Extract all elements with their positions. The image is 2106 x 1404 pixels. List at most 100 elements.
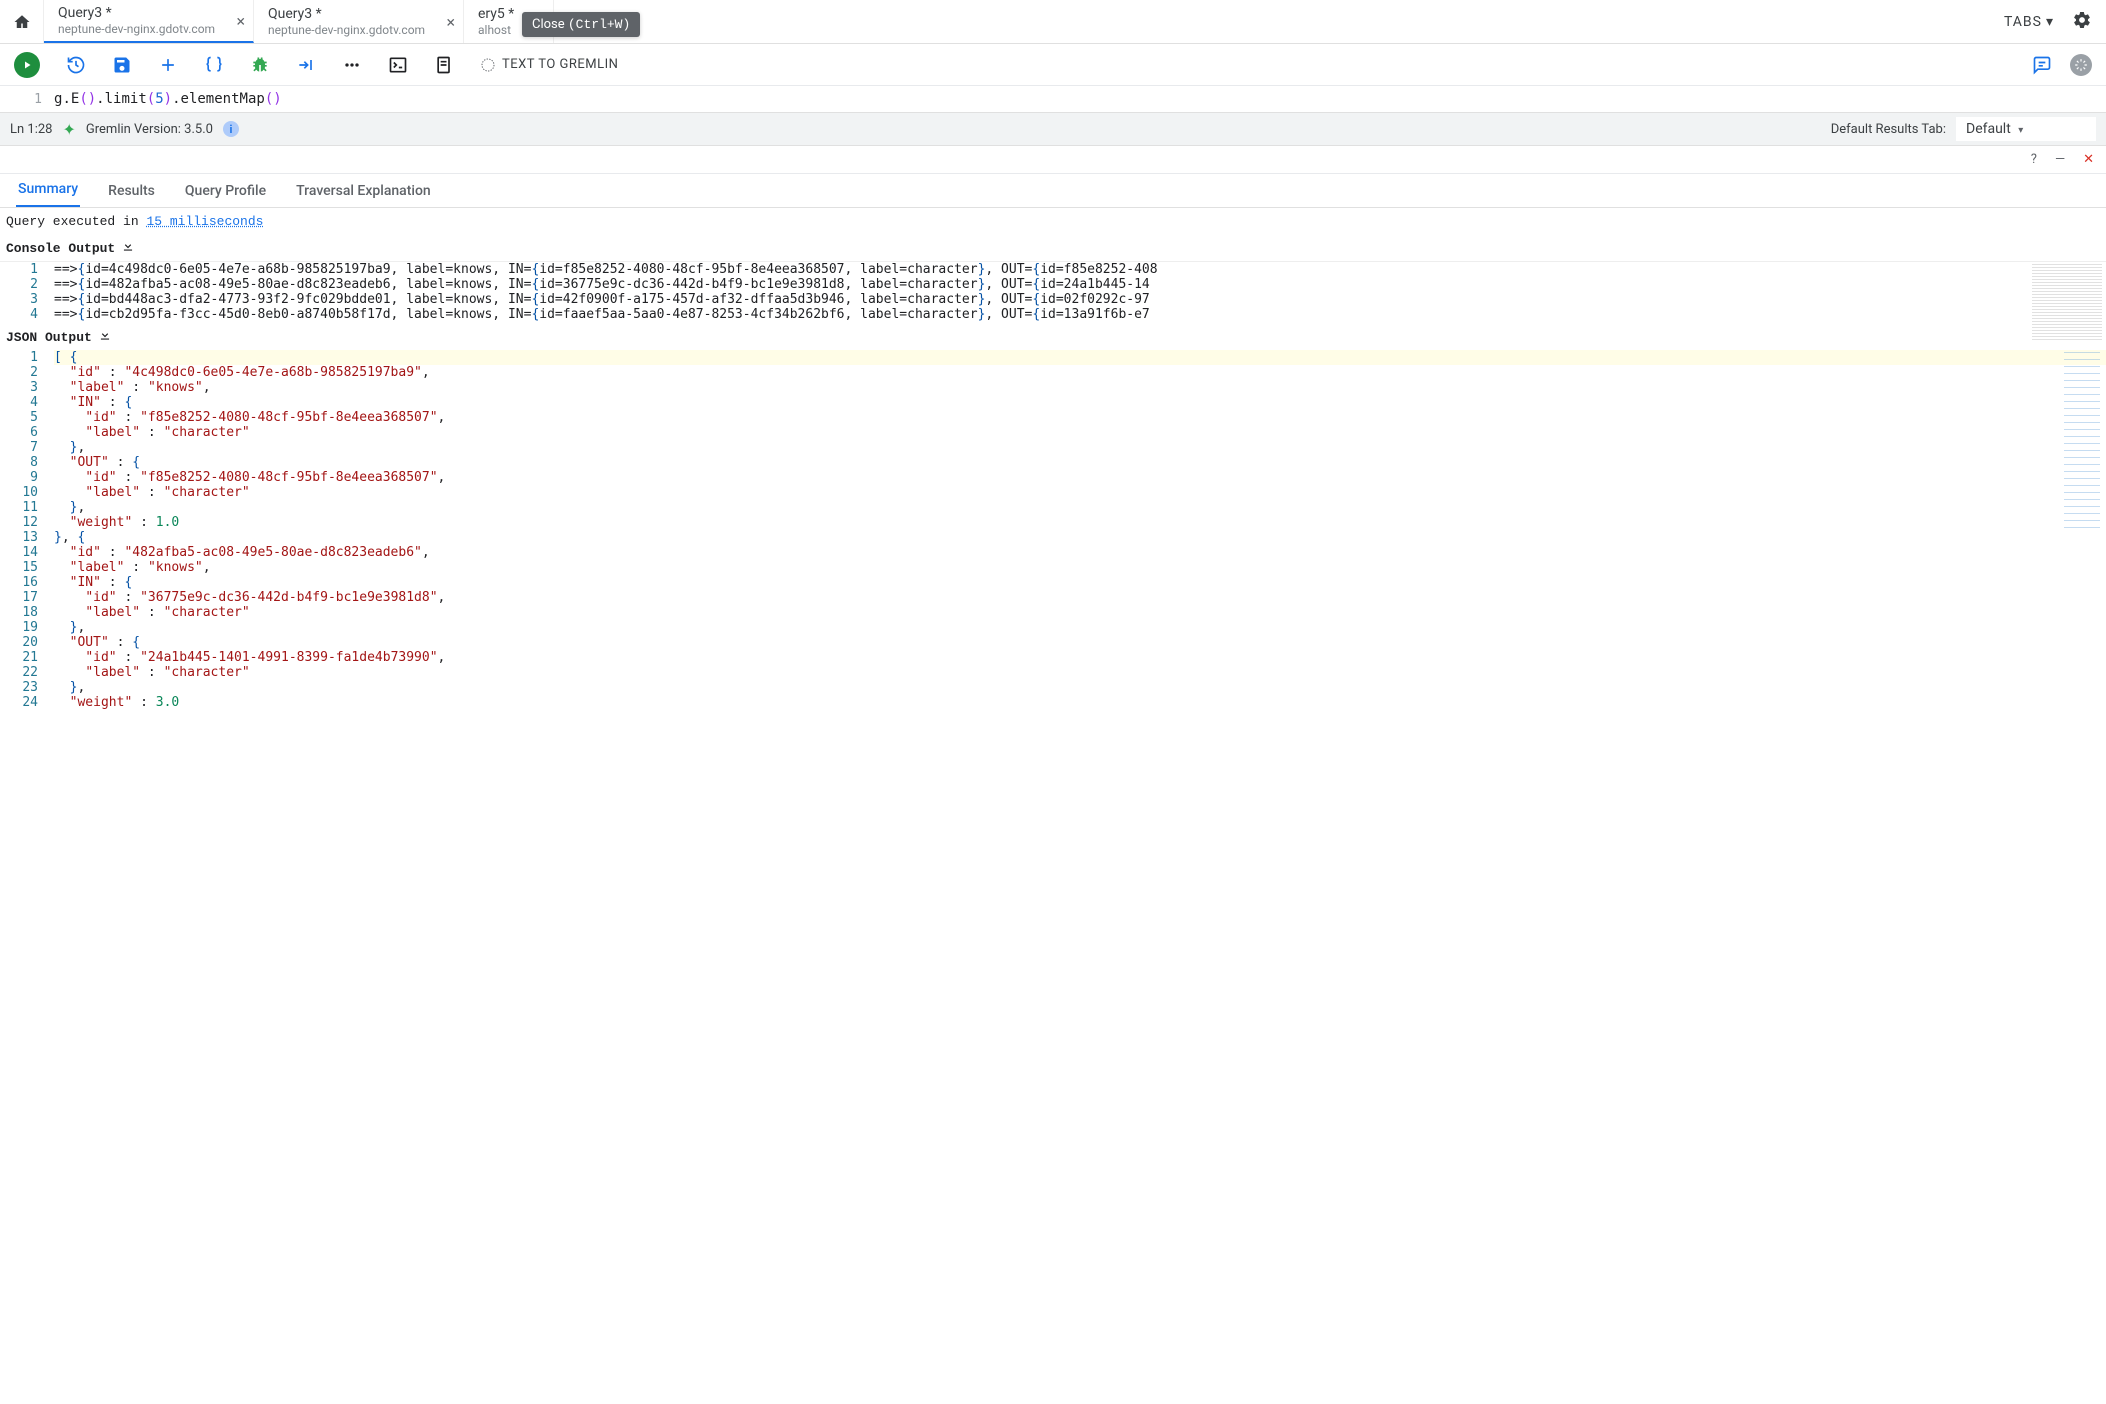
result-tab-summary[interactable]: Summary — [16, 173, 80, 207]
format-button[interactable] — [204, 55, 224, 75]
notebook-button[interactable] — [434, 55, 454, 75]
tab-bar: Query3 *neptune-dev-nginx.gdotv.com×Quer… — [0, 0, 2106, 44]
default-tab-value: Default — [1966, 121, 2011, 137]
play-icon — [21, 59, 33, 71]
result-tab-results[interactable]: Results — [106, 175, 157, 207]
tab-subtitle: neptune-dev-nginx.gdotv.com — [268, 23, 435, 37]
close-results-button[interactable]: ✕ — [2083, 152, 2094, 167]
tab-1[interactable]: Query3 *neptune-dev-nginx.gdotv.com × — [254, 0, 464, 43]
json-row: 7 }, — [0, 440, 2106, 455]
default-tab-select[interactable]: Default — [1956, 117, 2096, 141]
status-indicator[interactable] — [2070, 54, 2092, 76]
chevron-down-icon: ▾ — [2046, 14, 2054, 30]
tab-title: ery5 * — [478, 6, 525, 22]
history-icon — [66, 55, 86, 75]
tabs-menu-label: TABS — [2004, 14, 2042, 30]
spinner-icon — [2074, 58, 2088, 72]
code-editor[interactable]: 1 g.E().limit(5).elementMap() — [0, 86, 2106, 112]
tab-0[interactable]: Query3 *neptune-dev-nginx.gdotv.com× — [44, 0, 254, 43]
json-row: 23 }, — [0, 680, 2106, 695]
text-to-gremlin-button[interactable]: TEXT TO GREMLIN — [480, 57, 618, 73]
code-line: g.E().limit(5).elementMap() — [54, 91, 282, 107]
console-row: 4==>{id=cb2d95fa-f3cc-45d0-8eb0-a8740b58… — [0, 307, 2106, 322]
status-bar: Ln 1:28 ✦ Gremlin Version: 3.5.0 i Defau… — [0, 112, 2106, 146]
plus-icon — [158, 55, 178, 75]
json-row: 19 }, — [0, 620, 2106, 635]
json-output[interactable]: 1[ {2 "id" : "4c498dc0-6e05-4e7e-a68b-98… — [0, 350, 2106, 710]
console-minimap[interactable] — [2032, 264, 2102, 340]
json-row: 21 "id" : "24a1b445-1401-4991-8399-fa1de… — [0, 650, 2106, 665]
download-json-button[interactable] — [98, 328, 112, 346]
info-icon[interactable]: i — [223, 121, 239, 137]
exec-prefix: Query executed in — [6, 214, 146, 229]
json-row: 9 "id" : "f85e8252-4080-48cf-95bf-8e4eea… — [0, 470, 2106, 485]
debug-button[interactable] — [250, 55, 270, 75]
json-row: 14 "id" : "482afba5-ac08-49e5-80ae-d8c82… — [0, 545, 2106, 560]
json-row: 11 }, — [0, 500, 2106, 515]
result-tab-query-profile[interactable]: Query Profile — [183, 175, 268, 207]
exec-summary: Query executed in 15 milliseconds — [0, 208, 2106, 233]
gear-icon — [2072, 10, 2092, 30]
json-row: 3 "label" : "knows", — [0, 380, 2106, 395]
close-icon[interactable]: × — [446, 12, 455, 31]
comments-button[interactable] — [2032, 55, 2052, 75]
book-icon — [434, 55, 454, 75]
settings-button[interactable] — [2072, 10, 2092, 34]
tab-subtitle: neptune-dev-nginx.gdotv.com — [58, 22, 225, 36]
json-row: 17 "id" : "36775e9c-dc36-442d-b4f9-bc1e9… — [0, 590, 2106, 605]
step-button[interactable] — [296, 55, 316, 75]
json-row: 5 "id" : "f85e8252-4080-48cf-95bf-8e4eea… — [0, 410, 2106, 425]
save-button[interactable] — [112, 55, 132, 75]
json-row: 8 "OUT" : { — [0, 455, 2106, 470]
console-button[interactable] — [388, 55, 408, 75]
download-icon — [98, 328, 112, 342]
terminal-icon — [388, 55, 408, 75]
json-row: 1[ { — [0, 350, 2106, 365]
default-tab-label: Default Results Tab: — [1831, 122, 1946, 137]
json-row: 4 "IN" : { — [0, 395, 2106, 410]
json-row: 13}, { — [0, 530, 2106, 545]
json-row: 2 "id" : "4c498dc0-6e05-4e7e-a68b-985825… — [0, 365, 2106, 380]
line-number: 1 — [0, 92, 54, 107]
dots-icon — [342, 55, 362, 75]
close-icon[interactable]: × — [236, 11, 245, 30]
console-output-header: Console Output — [0, 233, 2106, 261]
result-tab-traversal-explanation[interactable]: Traversal Explanation — [294, 175, 433, 207]
chat-icon — [2032, 55, 2052, 75]
console-row: 3==>{id=bd448ac3-dfa2-4773-93f2-9fc029bd… — [0, 292, 2106, 307]
json-row: 22 "label" : "character" — [0, 665, 2106, 680]
run-button[interactable] — [14, 52, 40, 78]
download-console-button[interactable] — [121, 239, 135, 257]
tab-title: Query3 * — [268, 6, 435, 22]
exec-time-link[interactable]: 15 milliseconds — [146, 214, 263, 229]
json-row: 6 "label" : "character" — [0, 425, 2106, 440]
json-row: 15 "label" : "knows", — [0, 560, 2106, 575]
toolbar: TEXT TO GREMLIN — [0, 44, 2106, 86]
more-button[interactable] — [342, 55, 362, 75]
json-output-label: JSON Output — [6, 330, 92, 345]
minimize-button[interactable]: — — [2055, 152, 2065, 167]
bug-icon — [250, 55, 270, 75]
console-row: 2==>{id=482afba5-ac08-49e5-80ae-d8c823ea… — [0, 277, 2106, 292]
json-minimap[interactable] — [2064, 352, 2100, 532]
cursor-position: Ln 1:28 — [10, 122, 52, 137]
tab-subtitle: alhost — [478, 23, 525, 37]
tabs-menu[interactable]: TABS ▾ — [2004, 14, 2054, 30]
step-icon — [296, 55, 316, 75]
download-icon — [121, 239, 135, 253]
text-to-gremlin-label: TEXT TO GREMLIN — [502, 57, 618, 72]
history-button[interactable] — [66, 55, 86, 75]
home-icon — [13, 13, 31, 31]
ai-icon — [480, 57, 496, 73]
add-button[interactable] — [158, 55, 178, 75]
json-output-header: JSON Output — [0, 322, 2106, 350]
console-output[interactable]: 1==>{id=4c498dc0-6e05-4e7e-a68b-98582519… — [0, 261, 2106, 322]
json-row: 24 "weight" : 3.0 — [0, 695, 2106, 710]
help-button[interactable]: ? — [2031, 152, 2037, 167]
home-button[interactable] — [0, 0, 44, 43]
close-tooltip: Close (Ctrl+W) — [522, 12, 640, 37]
save-icon — [112, 55, 132, 75]
gremlin-icon: ✦ — [62, 120, 75, 139]
json-row: 16 "IN" : { — [0, 575, 2106, 590]
result-tabs: Summary Results Query Profile Traversal Exp… — [0, 174, 2106, 208]
